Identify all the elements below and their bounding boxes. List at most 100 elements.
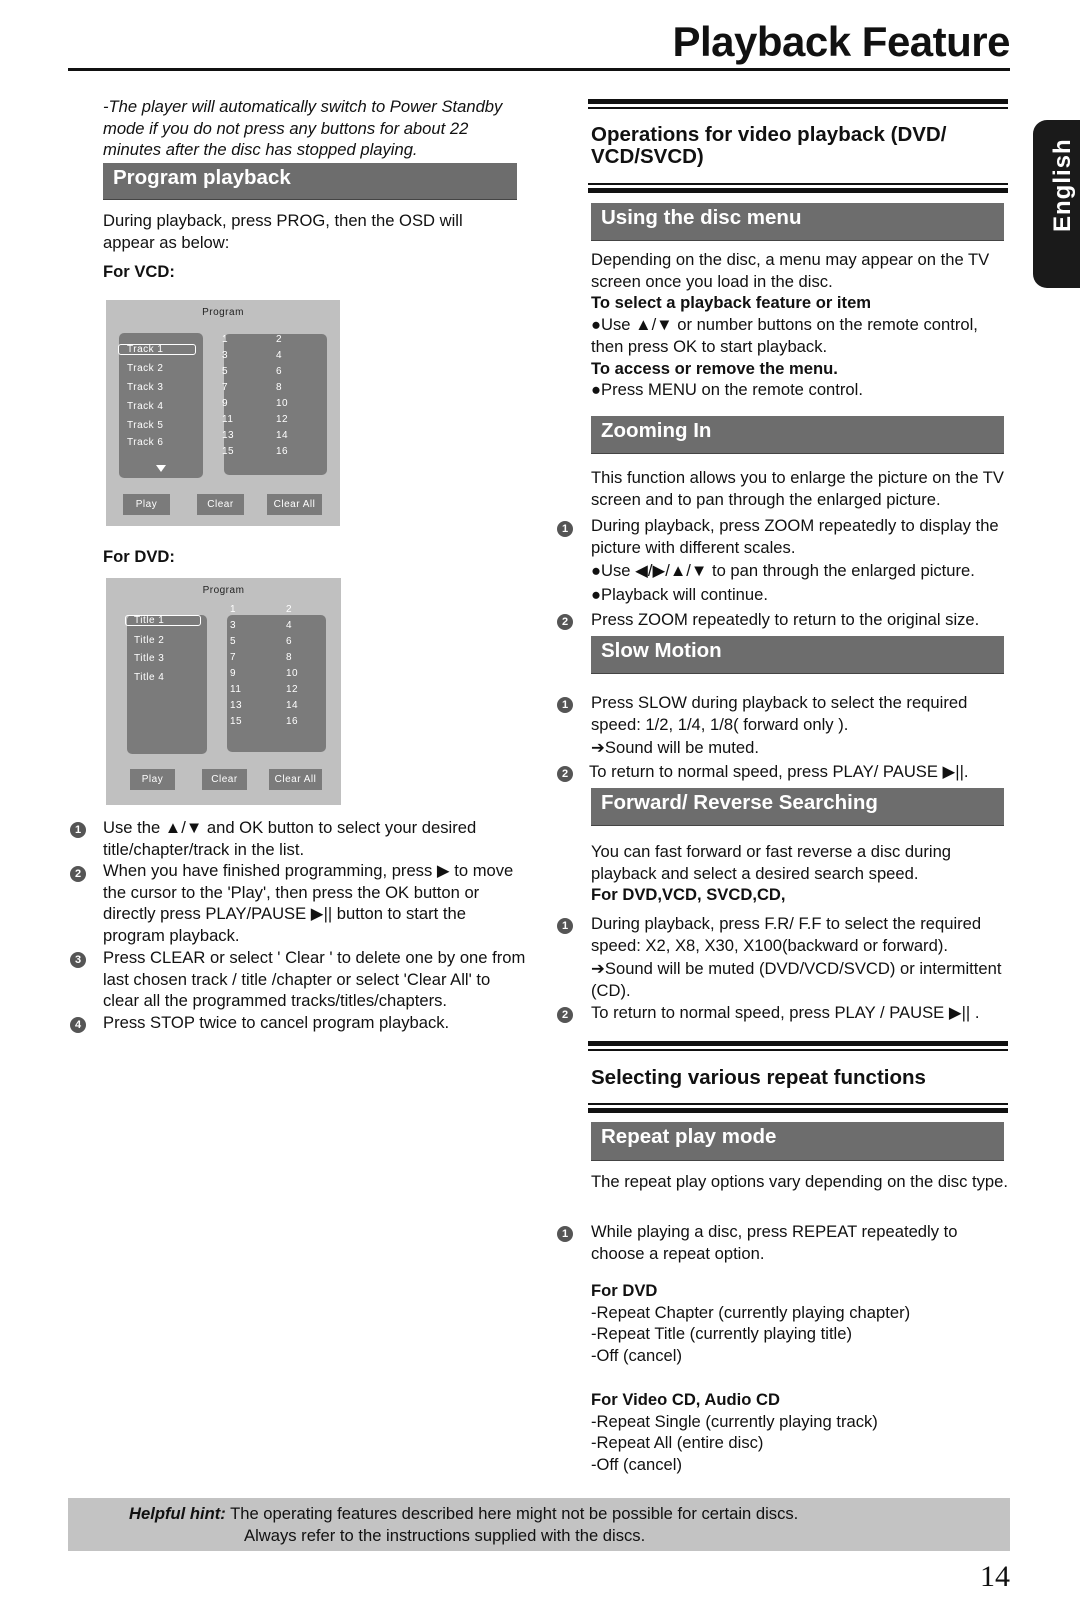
for-dvd-label: For DVD [591, 1281, 658, 1300]
slow-motion-heading: Slow Motion [591, 636, 1004, 674]
osd-program-slot[interactable]: 8 [276, 382, 282, 393]
repeat-dvd-options: For DVD -Repeat Chapter (currently playi… [591, 1280, 1009, 1367]
osd-program-slot[interactable]: 10 [286, 668, 298, 679]
osd-list-item-selected[interactable]: Title 1 [125, 615, 201, 626]
for-dvd-label: For DVD: [103, 547, 175, 566]
title-rule [68, 68, 1010, 71]
osd-program-slot[interactable]: 9 [230, 668, 236, 679]
step-4-marker: 4 [70, 1017, 86, 1033]
osd-program-slot[interactable]: 4 [286, 620, 292, 631]
osd-list-item[interactable]: Track 2 [127, 363, 163, 374]
slow-mute-note: ➔Sound will be muted. [591, 738, 759, 758]
osd-program-slot[interactable]: 3 [230, 620, 236, 631]
repeat-functions-heading: Selecting various repeat functions [591, 1066, 926, 1089]
osd-program-slot[interactable]: 6 [276, 366, 282, 377]
osd-play-button[interactable]: Play [123, 494, 170, 515]
osd-list-item[interactable]: Track 6 [127, 437, 163, 448]
program-step-2: When you have finished programming, pres… [103, 861, 514, 946]
osd-title: Program [202, 585, 245, 596]
osd-program-slot[interactable]: 13 [222, 430, 234, 441]
slow-step-2: To return to normal speed, press PLAY/ P… [589, 762, 969, 781]
osd-program-slot[interactable]: 9 [222, 398, 228, 409]
osd-program-slot[interactable]: 3 [222, 350, 228, 361]
search-step-2-marker: 2 [557, 1007, 573, 1023]
osd-clear-button[interactable]: Clear [202, 769, 247, 790]
osd-program-slot[interactable]: 2 [276, 334, 282, 345]
program-intro: During playback, press PROG, then the OS… [103, 211, 463, 252]
osd-list-item[interactable]: Title 3 [134, 653, 164, 664]
osd-program-slot[interactable]: 7 [230, 652, 236, 663]
osd-list-item-selected[interactable]: Track 1 [118, 344, 196, 355]
osd-program-slot[interactable]: 15 [222, 446, 234, 457]
osd-clear-button[interactable]: Clear [197, 494, 244, 515]
hint-line-2: Always refer to the instructions supplie… [244, 1526, 646, 1545]
osd-program-slot[interactable]: 2 [286, 604, 292, 615]
search-step-1-marker: 1 [557, 918, 573, 934]
osd-program-slot[interactable]: 5 [222, 366, 228, 377]
search-step-1-text: During playback, press F.R/ F.F to selec… [591, 914, 982, 955]
program-playback-heading: Program playback [103, 163, 517, 200]
helpful-hint-box: Helpful hint: The operating features des… [68, 1498, 1010, 1551]
program-step-4: Press STOP twice to cancel program playb… [103, 1013, 450, 1032]
osd-clear-all-button[interactable]: Clear All [267, 494, 322, 515]
page-number: 14 [980, 1560, 1010, 1593]
osd-program-slot[interactable]: 16 [276, 446, 288, 457]
search-heading: Forward/ Reverse Searching [591, 788, 1004, 826]
disc-menu-section: Depending on the disc, a menu may appear… [591, 249, 1009, 401]
standby-note: -The player will automatically switch to… [103, 97, 503, 160]
program-step-3: Press CLEAR or select ' Clear ' to delet… [103, 948, 526, 1011]
step-3-marker: 3 [70, 952, 86, 968]
step-1-marker: 1 [70, 822, 86, 838]
osd-list-item[interactable]: Title 2 [134, 635, 164, 646]
zoom-step-1: During playback, press ZOOM repeatedly t… [591, 515, 1009, 606]
repeat-option: -Repeat Chapter (currently playing chapt… [591, 1302, 911, 1322]
osd-program-slot[interactable]: 1 [222, 334, 228, 345]
osd-list-item[interactable]: Track 3 [127, 382, 163, 393]
for-vcd-cd-label: For Video CD, Audio CD [591, 1390, 780, 1409]
osd-program-slot[interactable]: 11 [230, 684, 241, 695]
osd-program-slot[interactable]: 6 [286, 636, 292, 647]
zoom-step-1-text: During playback, press ZOOM repeatedly t… [591, 516, 999, 557]
language-label: English [1049, 138, 1076, 232]
repeat-option: -Repeat Title (currently playing title) [591, 1324, 852, 1344]
osd-program-slot[interactable]: 12 [276, 414, 288, 425]
osd-play-button[interactable]: Play [130, 769, 175, 790]
osd-program-slot[interactable]: 16 [286, 716, 298, 727]
osd-program-slot[interactable]: 15 [230, 716, 242, 727]
osd-program-slot[interactable]: 8 [286, 652, 292, 663]
osd-clear-all-button[interactable]: Clear All [269, 769, 322, 790]
zoom-pan-bullet: ●Use ◀/▶/▲/▼ to pan through the enlarged… [591, 561, 975, 581]
osd-program-slot[interactable]: 5 [230, 636, 236, 647]
repeat-intro: The repeat play options vary depending o… [591, 1172, 1008, 1191]
repeat-vcd-options: For Video CD, Audio CD -Repeat Single (c… [591, 1389, 1009, 1476]
access-menu-subheading: To access or remove the menu. [591, 358, 838, 378]
osd-program-slot[interactable]: 14 [286, 700, 298, 711]
osd-program-slot[interactable]: 11 [222, 414, 233, 425]
osd-list-item[interactable]: Track 4 [127, 401, 163, 412]
zoom-continue-bullet: ●Playback will continue. [591, 585, 768, 605]
search-step-1: During playback, press F.R/ F.F to selec… [591, 913, 1011, 1002]
select-feature-text: ●Use ▲/▼ or number buttons on the remote… [591, 315, 978, 356]
slow-step-1-text: Press SLOW during playback to select the… [591, 693, 968, 734]
for-vcd-label: For VCD: [103, 262, 175, 281]
osd-program-slot[interactable]: 14 [276, 430, 288, 441]
osd-program-slot[interactable]: 10 [276, 398, 288, 409]
osd-program-slot[interactable]: 13 [230, 700, 242, 711]
repeat-option: -Repeat Single (currently playing track) [591, 1411, 878, 1431]
scroll-down-icon[interactable] [156, 465, 166, 472]
search-disc-types: For DVD,VCD, SVCD,CD, [591, 885, 786, 905]
select-feature-subheading: To select a playback feature or item [591, 293, 872, 313]
repeat-step-1-marker: 1 [557, 1226, 573, 1242]
slow-step-1: Press SLOW during playback to select the… [591, 692, 1009, 759]
osd-list-item[interactable]: Track 5 [127, 420, 163, 431]
osd-list-item[interactable]: Title 4 [134, 672, 164, 683]
osd-program-slot[interactable]: 1 [230, 604, 236, 615]
zoom-heading: Zooming In [591, 416, 1004, 454]
osd-program-slot[interactable]: 12 [286, 684, 298, 695]
zoom-step-2: Press ZOOM repeatedly to return to the o… [591, 610, 980, 629]
osd-program-slot[interactable]: 7 [222, 382, 228, 393]
osd-program-slot[interactable]: 4 [276, 350, 282, 361]
repeat-option: -Repeat All (entire disc) [591, 1433, 764, 1453]
disc-menu-intro: Depending on the disc, a menu may appear… [591, 250, 990, 291]
vcd-program-osd: Program Play Clear Clear All Track 1 Trac… [106, 300, 340, 526]
